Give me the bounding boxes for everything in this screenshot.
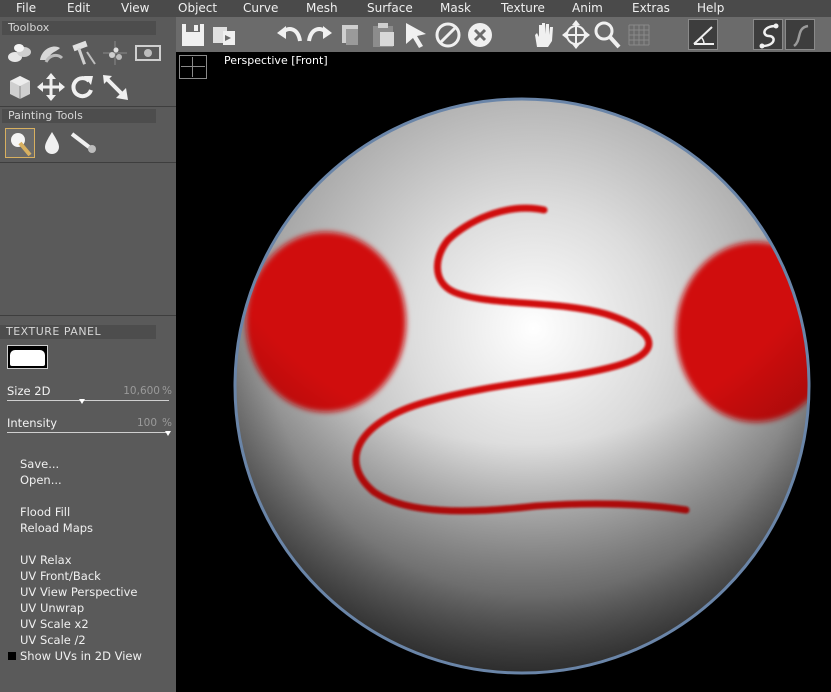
export-icon[interactable] xyxy=(209,19,239,50)
menu-mask[interactable]: Mask xyxy=(440,1,471,15)
scale-icon[interactable] xyxy=(100,72,130,102)
main-toolbar xyxy=(176,17,831,52)
menu-mesh[interactable]: Mesh xyxy=(306,1,338,15)
reload-maps-button[interactable]: Reload Maps xyxy=(20,521,93,535)
divider xyxy=(0,315,176,316)
toolbox-header: Toolbox xyxy=(2,21,156,35)
menu-texture[interactable]: Texture xyxy=(501,1,545,15)
uv-unwrap-button[interactable]: UV Unwrap xyxy=(20,601,84,615)
select-arrow-icon[interactable] xyxy=(401,19,431,50)
menu-edit[interactable]: Edit xyxy=(67,1,90,15)
show-uvs-label[interactable]: Show UVs in 2D View xyxy=(20,649,142,663)
save-icon[interactable] xyxy=(178,19,208,50)
grid-icon[interactable] xyxy=(624,19,654,50)
curve-tool-icon[interactable] xyxy=(753,19,783,50)
zoom-icon[interactable] xyxy=(592,19,622,50)
menu-view[interactable]: View xyxy=(121,1,149,15)
3d-viewport[interactable]: Perspective [Front] xyxy=(176,52,831,692)
paste-icon[interactable] xyxy=(368,19,398,50)
copy-icon[interactable] xyxy=(336,19,366,50)
smooth-tool-icon[interactable] xyxy=(36,38,66,68)
intensity-label: Intensity xyxy=(7,416,58,430)
menu-surface[interactable]: Surface xyxy=(367,1,413,15)
size-2d-value: 10,600 xyxy=(123,385,160,397)
pan-hand-icon[interactable] xyxy=(529,19,559,50)
menu-bar: File Edit View Object Curve Mesh Surface… xyxy=(0,0,831,17)
rotate-icon[interactable] xyxy=(67,72,97,102)
move-view-icon[interactable] xyxy=(561,19,591,50)
size-2d-slider-thumb[interactable] xyxy=(78,399,85,404)
menu-extras[interactable]: Extras xyxy=(632,1,670,15)
intensity-slider[interactable] xyxy=(7,432,169,433)
intensity-value: 100 xyxy=(136,417,157,429)
uv-view-perspective-button[interactable]: UV View Perspective xyxy=(20,585,138,599)
save-button[interactable]: Save... xyxy=(20,457,59,471)
curve-tool-alt-icon[interactable] xyxy=(785,19,815,50)
left-panel: Toolbox Painting Tools TEXTURE PANEL Siz… xyxy=(0,17,176,692)
divider xyxy=(0,106,176,107)
uv-scale-x2-button[interactable]: UV Scale x2 xyxy=(20,617,89,631)
texture-preview xyxy=(10,350,45,366)
redo-icon[interactable] xyxy=(305,19,335,50)
undo-icon[interactable] xyxy=(274,19,304,50)
menu-file[interactable]: File xyxy=(16,1,36,15)
texture-swatch[interactable] xyxy=(7,345,48,369)
smudge-brush-icon[interactable] xyxy=(69,128,99,158)
size-2d-label: Size 2D xyxy=(7,384,51,398)
uv-front-back-button[interactable]: UV Front/Back xyxy=(20,569,101,583)
intensity-unit: % xyxy=(162,417,172,429)
flood-fill-button[interactable]: Flood Fill xyxy=(20,505,70,519)
sphere-shadow xyxy=(235,99,809,673)
painting-tools-header: Painting Tools xyxy=(2,109,156,123)
divider xyxy=(0,162,176,163)
uv-scale-half-button[interactable]: UV Scale /2 xyxy=(20,633,86,647)
uv-relax-button[interactable]: UV Relax xyxy=(20,553,72,567)
menu-object[interactable]: Object xyxy=(178,1,217,15)
angle-icon[interactable] xyxy=(688,19,718,50)
show-uvs-checkbox[interactable] xyxy=(8,652,16,660)
texture-panel-header: TEXTURE PANEL xyxy=(0,325,156,339)
size-2d-unit: % xyxy=(162,385,172,397)
cancel-icon[interactable] xyxy=(465,19,495,50)
paint-brush-icon[interactable] xyxy=(5,128,35,158)
no-select-icon[interactable] xyxy=(433,19,463,50)
cube-icon[interactable] xyxy=(5,72,35,102)
move-icon[interactable] xyxy=(36,72,66,102)
menu-curve[interactable]: Curve xyxy=(243,1,278,15)
hammer-icon[interactable] xyxy=(67,38,97,68)
open-button[interactable]: Open... xyxy=(20,473,62,487)
sphere-model[interactable] xyxy=(176,52,831,692)
camera-icon[interactable] xyxy=(133,38,163,68)
intensity-slider-thumb[interactable] xyxy=(165,431,171,436)
menu-anim[interactable]: Anim xyxy=(572,1,603,15)
drop-icon[interactable] xyxy=(37,128,67,158)
paint-brush-3d-icon[interactable] xyxy=(5,38,35,68)
size-2d-slider[interactable] xyxy=(7,400,169,401)
menu-help[interactable]: Help xyxy=(697,1,724,15)
scatter-tool-icon[interactable] xyxy=(100,38,130,68)
